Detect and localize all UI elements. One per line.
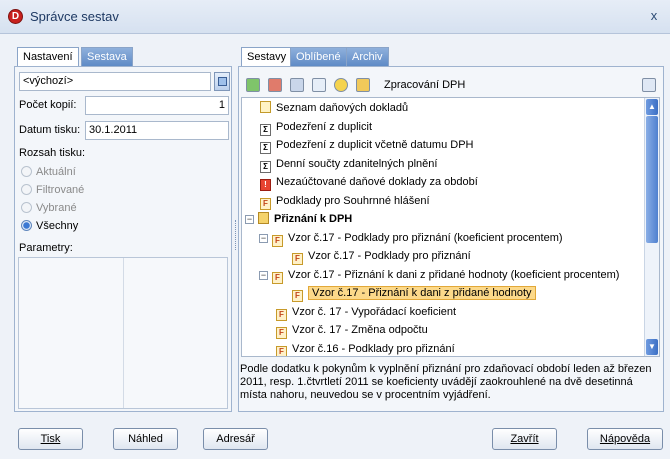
params-divider — [123, 258, 124, 408]
tab-archiv[interactable]: Archiv — [346, 47, 389, 66]
tree-row-label: Podezření z duplicit včetně datumu DPH — [276, 139, 474, 151]
tree-row-label: Vzor č.16 - Podklady pro přiznání — [292, 342, 455, 355]
form-icon: F — [272, 271, 283, 284]
form-icon: F — [276, 327, 287, 339]
app-logo-icon: D — [8, 9, 23, 24]
calculator-icon — [218, 77, 227, 86]
collapse-icon[interactable]: − — [245, 215, 254, 224]
tree-row-label: Vzor č. 17 - Vypořádací koeficient — [292, 305, 457, 318]
scroll-down-icon[interactable]: ▼ — [646, 339, 658, 355]
tree-row[interactable]: F Vzor č.17 - Podklady pro přiznání — [242, 247, 644, 265]
tree-row-label: Vzor č.17 - Přiznání k dani z přidané ho… — [288, 268, 620, 281]
date-label: Datum tisku: — [19, 124, 81, 136]
collapse-icon[interactable]: − — [259, 270, 268, 280]
settings-panel: <výchozí> Počet kopií: 1 Datum tisku: 30… — [14, 66, 232, 412]
print-button[interactable]: Tisk — [18, 428, 83, 450]
tab-nastaveni[interactable]: Nastavení — [17, 47, 79, 66]
tree-row-label: Vzor č. 17 - Změna odpočtu — [292, 324, 428, 336]
form-icon: F — [276, 345, 287, 356]
favorite-star-icon[interactable] — [334, 78, 348, 92]
tree-row[interactable]: − F Vzor č.17 - Podklady pro přiznání (koe… — [242, 229, 644, 247]
preview-report-icon[interactable] — [312, 78, 326, 92]
tree-row[interactable]: − F Vzor č.17 - Přiznání k dani z přidané … — [242, 266, 644, 284]
tab-sestavy[interactable]: Sestavy — [241, 47, 293, 66]
tree-row-label: Denní součty zdanitelných plnění — [276, 157, 438, 170]
report-description: Podle dodatku k pokynům k vyplnění přizn… — [240, 363, 652, 401]
params-label: Parametry: — [19, 242, 73, 254]
tree-row[interactable]: F Vzor č. 17 - Vypořádací koeficient — [242, 303, 644, 321]
help-button[interactable]: Nápověda — [587, 428, 663, 450]
tree-row-label: Přiznání k DPH — [274, 213, 353, 225]
tree-row[interactable]: Σ Denní součty zdanitelných plnění — [242, 155, 644, 173]
tree-row[interactable]: F Podklady pro Souhrnné hlášení — [242, 192, 644, 210]
tree-row[interactable]: Σ Podezření z duplicit — [242, 118, 644, 136]
window-title: Správce sestav — [30, 9, 119, 24]
tree-row[interactable]: Seznam daňových dokladů — [242, 99, 644, 117]
tab-oblibene[interactable]: Oblíbené — [290, 47, 347, 66]
preview-button[interactable]: Náhled — [113, 428, 178, 450]
export-icon[interactable] — [356, 78, 370, 92]
collapse-icon[interactable]: − — [259, 233, 268, 243]
form-icon: F — [292, 253, 303, 265]
vertical-scrollbar[interactable]: ▲ ▼ — [644, 98, 659, 356]
radio-vybrane[interactable]: Vybrané — [21, 202, 77, 214]
add-report-icon[interactable] — [246, 78, 260, 92]
radio-aktualni[interactable]: Aktuální — [21, 166, 76, 178]
settings-panel-icon[interactable] — [642, 78, 656, 92]
form-icon: F — [276, 308, 287, 321]
tree-row[interactable]: F Vzor č.17 - Přiznání k dani z přidané h… — [242, 284, 644, 302]
tree-row[interactable]: F Vzor č. 17 - Změna odpočtu — [242, 321, 644, 339]
preset-select[interactable]: <výchozí> — [19, 72, 211, 91]
radio-filtrovane[interactable]: Filtrované — [21, 184, 84, 196]
tree-row-label: Podklady pro Souhrnné hlášení — [276, 194, 430, 207]
sum-icon: Σ — [260, 160, 271, 173]
close-icon[interactable]: x — [646, 8, 662, 24]
document-icon — [260, 101, 271, 113]
tree-row-label: Seznam daňových dokladů — [276, 102, 409, 114]
warning-icon: ! — [260, 179, 271, 191]
delete-report-icon[interactable] — [268, 78, 282, 92]
copies-label: Počet kopií: — [19, 99, 77, 111]
folder-icon — [258, 212, 269, 224]
address-book-button[interactable]: Adresář — [203, 428, 268, 450]
tab-sestava[interactable]: Sestava — [81, 47, 133, 66]
tree-row[interactable]: − Přiznání k DPH — [242, 210, 644, 228]
radio-dot — [21, 202, 32, 213]
radio-vsechny[interactable]: Všechny — [21, 220, 78, 232]
tree-row-label: Podezření z duplicit — [276, 120, 372, 133]
toolbar-caption: Zpracování DPH — [384, 79, 466, 91]
form-icon: F — [292, 290, 303, 302]
close-button[interactable]: Zavřít — [492, 428, 557, 450]
tree-row-label: Vzor č.17 - Podklady pro přiznání (koefi… — [288, 231, 563, 244]
tree-row-label: Nezaúčtované daňové doklady za období — [276, 176, 478, 188]
radio-dot — [21, 166, 32, 177]
tree-row-label: Vzor č.17 - Přiznání k dani z přidané ho… — [308, 286, 536, 300]
sum-icon: Σ — [260, 123, 271, 136]
tree-row[interactable]: F Vzor č.16 - Podklady pro přiznání — [242, 340, 644, 356]
scroll-thumb[interactable] — [646, 116, 658, 243]
sum-icon: Σ — [260, 142, 271, 154]
tree-row[interactable]: Σ Podezření z duplicit včetně datumu DPH — [242, 136, 644, 154]
params-grid[interactable] — [18, 257, 228, 409]
report-tree[interactable]: Seznam daňových dokladů Σ Podezření z dupl… — [241, 97, 660, 357]
form-icon: F — [260, 197, 271, 210]
tree-row-label: Vzor č.17 - Podklady pro přiznání — [308, 250, 471, 262]
radio-dot — [21, 184, 32, 195]
title-bar: D Správce sestav x — [0, 0, 670, 34]
copies-input[interactable]: 1 — [85, 96, 229, 115]
scroll-up-icon[interactable]: ▲ — [646, 99, 658, 115]
form-icon: F — [272, 234, 283, 247]
range-label: Rozsah tisku: — [19, 147, 86, 159]
date-input[interactable]: 30.1.2011 — [85, 121, 229, 140]
radio-dot — [21, 220, 32, 231]
preset-browse-button[interactable] — [214, 72, 230, 91]
tree-row[interactable]: ! Nezaúčtované daňové doklady za období — [242, 173, 644, 191]
edit-report-icon[interactable] — [290, 78, 304, 92]
